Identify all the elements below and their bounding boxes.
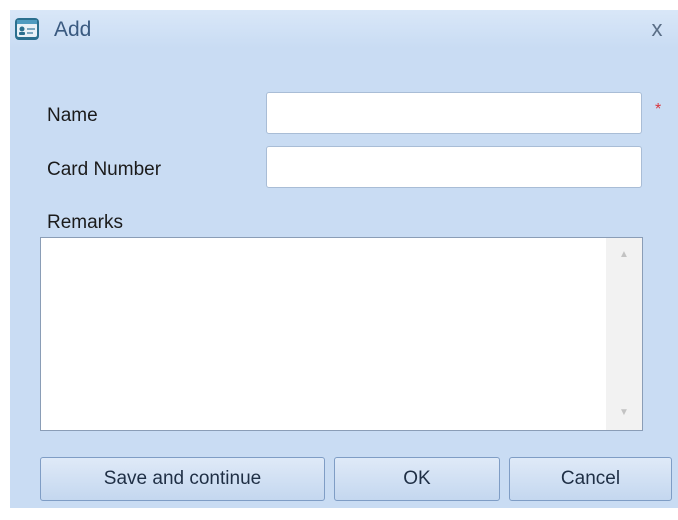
ok-button[interactable]: OK xyxy=(334,457,500,501)
add-dialog: Add x Name * Card Number Remarks ▲ ▼ Sav… xyxy=(10,10,678,508)
remarks-label: Remarks xyxy=(47,212,124,233)
cancel-button[interactable]: Cancel xyxy=(509,457,672,501)
id-card-icon xyxy=(14,16,40,42)
chevron-down-icon[interactable]: ▼ xyxy=(606,402,642,424)
card-number-label: Card Number xyxy=(47,159,162,180)
remarks-textarea[interactable] xyxy=(41,238,606,430)
dialog-title: Add xyxy=(54,18,92,41)
name-input[interactable] xyxy=(266,92,642,134)
card-number-input[interactable] xyxy=(266,146,642,188)
remarks-scrollbar[interactable]: ▲ ▼ xyxy=(606,238,642,430)
remarks-container: ▲ ▼ xyxy=(40,237,643,431)
save-and-continue-button[interactable]: Save and continue xyxy=(40,457,325,501)
required-indicator: * xyxy=(655,101,662,118)
close-icon[interactable]: x xyxy=(642,14,672,44)
name-label: Name xyxy=(47,105,98,126)
chevron-up-icon[interactable]: ▲ xyxy=(606,244,642,266)
title-bar: Add x xyxy=(10,10,678,48)
